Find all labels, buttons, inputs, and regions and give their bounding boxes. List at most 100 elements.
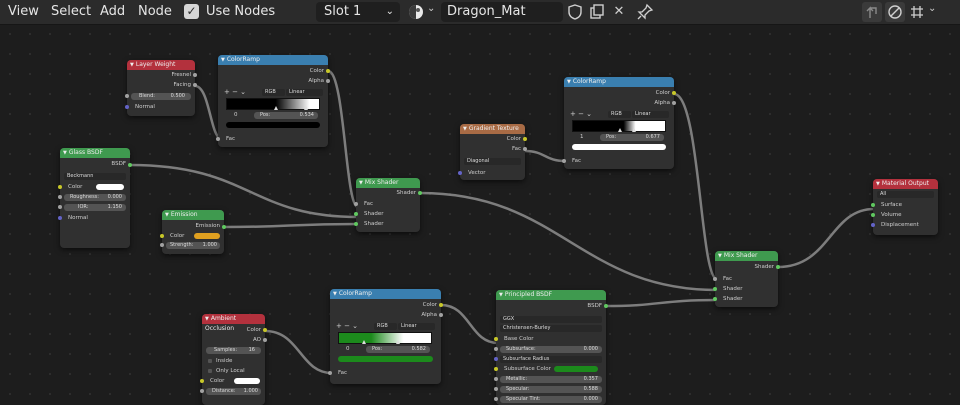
input-normal-socket[interactable]: [125, 105, 129, 109]
node-header[interactable]: ▼ ColorRamp: [564, 77, 674, 87]
specular-tint-field[interactable]: Specular Tint: 0.000: [500, 396, 602, 403]
distribution-dropdown[interactable]: Beckmann: [64, 173, 126, 180]
inside-checkbox[interactable]: [208, 359, 212, 363]
ramp-stop-handle[interactable]: [618, 128, 622, 132]
pin-icon[interactable]: [635, 2, 655, 22]
output-color-socket[interactable]: [263, 328, 267, 332]
menu-select[interactable]: Select: [51, 4, 91, 19]
ramp-stop-handle[interactable]: [304, 106, 308, 110]
duplicate-material-icon[interactable]: [587, 2, 607, 22]
collapse-arrow-icon[interactable]: ▼: [333, 291, 337, 297]
menu-add[interactable]: Add: [100, 4, 125, 19]
input-fac-socket[interactable]: [328, 371, 332, 375]
only-local-checkbox[interactable]: [208, 369, 212, 373]
input-fac-socket[interactable]: [562, 159, 566, 163]
node-header[interactable]: ▼ Material Output: [873, 179, 938, 189]
output-emission-socket[interactable]: [222, 225, 226, 229]
output-fac-socket[interactable]: [523, 147, 527, 151]
input-normal-socket[interactable]: [58, 216, 62, 220]
collapse-arrow-icon[interactable]: ▼: [130, 62, 134, 68]
ramp-stop-index[interactable]: 0: [234, 111, 238, 119]
input-fac-socket[interactable]: [713, 277, 717, 281]
fake-user-shield-icon[interactable]: [565, 2, 585, 22]
input-shader-socket-2[interactable]: [354, 222, 358, 226]
menu-node[interactable]: Node: [138, 4, 172, 19]
emission-node[interactable]: ▼ Emission Emission Color Strength: 1.000: [160, 210, 226, 254]
gradient-type-dropdown[interactable]: Diagonal: [464, 158, 521, 165]
chevron-down-icon[interactable]: ⌄: [928, 3, 936, 14]
output-color-socket[interactable]: [439, 303, 443, 307]
output-color-socket[interactable]: [326, 69, 330, 73]
collapse-arrow-icon[interactable]: ▼: [718, 253, 722, 259]
overlay-icon[interactable]: [885, 2, 905, 22]
input-blend-socket[interactable]: [125, 94, 129, 98]
output-color-socket[interactable]: [523, 137, 527, 141]
color-ramp-gradient[interactable]: [338, 332, 432, 344]
mix-shader-node-2[interactable]: ▼ Mix Shader Shader Fac Shader Shader: [713, 251, 780, 307]
input-specular-tint-socket[interactable]: [494, 397, 498, 401]
input-surface-socket[interactable]: [871, 203, 875, 207]
roughness-field[interactable]: Roughness: 0.000: [64, 194, 126, 201]
distribution-dropdown[interactable]: GGX: [500, 316, 602, 323]
node-header[interactable]: ▼ Mix Shader: [715, 251, 778, 261]
input-fac-socket[interactable]: [216, 137, 220, 141]
ramp-stop-color-swatch[interactable]: [226, 122, 320, 128]
ramp-position-field[interactable]: Pos: 0.534: [254, 112, 318, 119]
collapse-arrow-icon[interactable]: ▼: [876, 181, 880, 187]
output-alpha-socket[interactable]: [326, 79, 330, 83]
input-subsurface-color-socket[interactable]: [494, 367, 498, 371]
colorramp-node-1[interactable]: ▼ ColorRamp Color Alpha + − ⌄ RGB Linear …: [216, 55, 330, 147]
input-base-color-socket[interactable]: [494, 337, 498, 341]
subsurface-field[interactable]: Subsurface: 0.000: [500, 346, 602, 353]
color-swatch[interactable]: [234, 378, 260, 384]
ramp-position-field[interactable]: Pos: 0.677: [600, 134, 664, 141]
input-vector-socket[interactable]: [458, 171, 462, 175]
input-fac-socket[interactable]: [354, 202, 358, 206]
output-alpha-socket[interactable]: [439, 313, 443, 317]
subsurface-color-swatch[interactable]: [554, 366, 598, 372]
input-color-socket[interactable]: [200, 379, 204, 383]
material-name-field[interactable]: Dragon_Mat: [441, 2, 563, 22]
mix-shader-node-1[interactable]: ▼ Mix Shader Shader Fac Shader Shader: [354, 178, 422, 232]
input-distance-socket[interactable]: [200, 389, 204, 393]
unlink-close-icon[interactable]: ✕: [609, 2, 629, 22]
output-bsdf-socket[interactable]: [128, 163, 132, 167]
ramp-stop-color-swatch[interactable]: [338, 356, 433, 362]
input-subsurface-radius-socket[interactable]: [494, 357, 498, 361]
node-header[interactable]: ▼ Emission: [162, 210, 224, 220]
ramp-color-mode-dropdown[interactable]: RGB: [374, 323, 397, 330]
distance-field[interactable]: Distance: 1.000: [206, 388, 261, 395]
metallic-field[interactable]: Metallic: 0.357: [500, 376, 602, 383]
colorramp-node-3[interactable]: ▼ ColorRamp Color Alpha + − ⌄ RGB Linear …: [328, 289, 443, 384]
input-specular-socket[interactable]: [494, 387, 498, 391]
output-ao-socket[interactable]: [263, 338, 267, 342]
collapse-arrow-icon[interactable]: ▼: [499, 292, 503, 298]
use-nodes-checkbox[interactable]: ✓: [184, 4, 199, 19]
ramp-stop-handle[interactable]: [396, 340, 400, 344]
output-shader-socket[interactable]: [776, 265, 780, 269]
input-ior-socket[interactable]: [58, 205, 62, 209]
colorramp-node-2[interactable]: ▼ ColorRamp Color Alpha + − ⌄ RGB Linear …: [562, 77, 676, 169]
samples-field[interactable]: Samples: 16: [206, 347, 261, 354]
ramp-interpolation-dropdown[interactable]: Linear: [632, 111, 669, 118]
output-bsdf-socket[interactable]: [604, 304, 608, 308]
node-canvas[interactable]: ▼ Layer Weight Fresnel Facing Blend: 0.50…: [0, 24, 960, 405]
input-displacement-socket[interactable]: [871, 223, 875, 227]
collapse-arrow-icon[interactable]: ▼: [221, 57, 225, 63]
output-facing-socket[interactable]: [193, 83, 197, 87]
collapse-arrow-icon[interactable]: ▼: [63, 150, 67, 156]
collapse-arrow-icon[interactable]: ▼: [205, 316, 209, 322]
input-shader-socket-1[interactable]: [713, 287, 717, 291]
node-header[interactable]: ▼ Glass BSDF: [60, 148, 130, 158]
snap-icon[interactable]: [907, 2, 927, 22]
node-header[interactable]: ▼ Mix Shader: [356, 178, 420, 188]
menu-view[interactable]: View: [8, 4, 39, 19]
ramp-stop-handle[interactable]: [632, 128, 636, 132]
subsurface-radius-field[interactable]: Subsurface Radius: [500, 356, 602, 363]
node-header[interactable]: ▼ ColorRamp: [218, 55, 328, 65]
ramp-interpolation-dropdown[interactable]: Linear: [398, 323, 435, 330]
input-color-socket[interactable]: [160, 234, 164, 238]
node-header[interactable]: ▼ ColorRamp: [330, 289, 441, 299]
ramp-stop-index[interactable]: 0: [346, 345, 350, 353]
ramp-color-mode-dropdown[interactable]: RGB: [262, 89, 285, 96]
